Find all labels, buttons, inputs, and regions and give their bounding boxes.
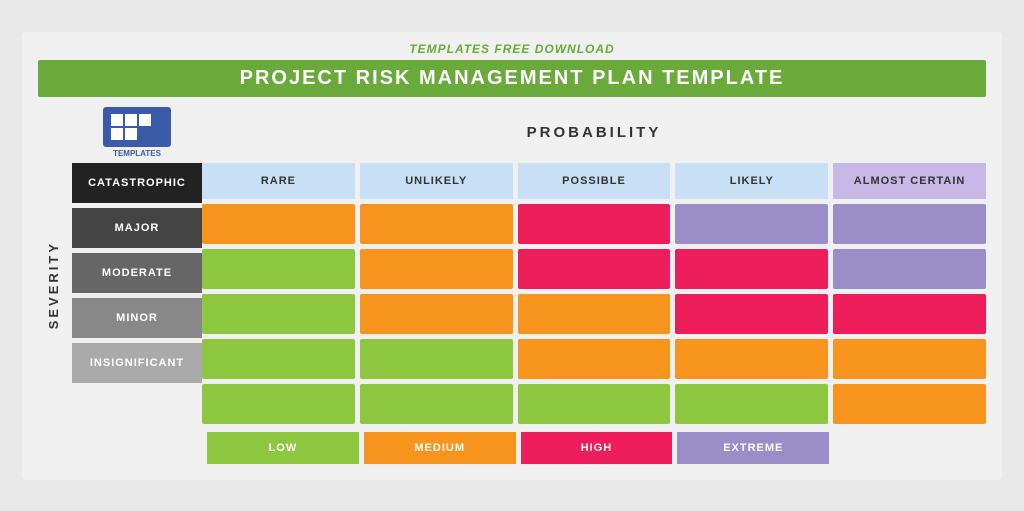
- cell-possible-minor: [518, 339, 671, 379]
- legend-empty: [834, 432, 986, 464]
- cell-unlikely-minor: [360, 339, 513, 379]
- probability-label: PROBABILITY: [202, 124, 986, 141]
- col-header-almost-certain: ALMOST CERTAIN: [833, 163, 986, 199]
- legend-row: LOW MEDIUM HIGH EXTREME: [207, 432, 986, 464]
- cell-ac-major: [833, 249, 986, 289]
- col-rare: RARE: [202, 163, 355, 424]
- row-label-insignificant: INSIGNIFICANT: [72, 343, 202, 383]
- cell-likely-insignificant: [675, 384, 828, 424]
- cells-almost-certain: [833, 204, 986, 424]
- col-almost-certain: ALMOST CERTAIN: [833, 163, 986, 424]
- cell-rare-moderate: [202, 294, 355, 334]
- svg-text:TEMPLATES: TEMPLATES: [113, 149, 162, 158]
- main-container: TEMPLATES FREE DOWNLOAD PROJECT RISK MAN…: [22, 32, 1002, 480]
- grid-section: CATASTROPHIC MAJOR MODERATE MINOR INSIGN…: [72, 163, 986, 424]
- row-labels-col: CATASTROPHIC MAJOR MODERATE MINOR INSIGN…: [72, 163, 202, 424]
- cell-rare-minor: [202, 339, 355, 379]
- row-label-catastrophic: CATASTROPHIC: [72, 163, 202, 203]
- cell-ac-moderate: [833, 294, 986, 334]
- col-header-possible: POSSIBLE: [518, 163, 671, 199]
- cell-rare-major: [202, 249, 355, 289]
- main-title: PROJECT RISK MANAGEMENT PLAN TEMPLATE: [240, 67, 785, 89]
- cells-rare: [202, 204, 355, 424]
- main-title-bar: PROJECT RISK MANAGEMENT PLAN TEMPLATE: [38, 60, 986, 97]
- cell-possible-moderate: [518, 294, 671, 334]
- severity-label-col: SEVERITY: [38, 107, 68, 464]
- content-area: SEVERITY: [38, 107, 986, 464]
- col-likely: LIKELY: [675, 163, 828, 424]
- cell-likely-major: [675, 249, 828, 289]
- cell-unlikely-catastrophic: [360, 204, 513, 244]
- logo-and-grid: TEMPLATES PROBABILITY CATASTROPHIC MAJOR…: [72, 107, 986, 464]
- cells-unlikely: [360, 204, 513, 424]
- cell-ac-minor: [833, 339, 986, 379]
- cell-possible-catastrophic: [518, 204, 671, 244]
- cells-possible: [518, 204, 671, 424]
- severity-label: SEVERITY: [46, 241, 61, 329]
- cell-unlikely-insignificant: [360, 384, 513, 424]
- cell-likely-minor: [675, 339, 828, 379]
- row-label-moderate: MODERATE: [72, 253, 202, 293]
- legend-low: LOW: [207, 432, 359, 464]
- logo-prob-row: TEMPLATES PROBABILITY: [72, 107, 986, 159]
- logo-box: TEMPLATES: [72, 107, 202, 159]
- grid-cols: RARE UNLIKELY: [202, 163, 986, 424]
- cell-likely-moderate: [675, 294, 828, 334]
- col-header-rare: RARE: [202, 163, 355, 199]
- logo-icon: TEMPLATES: [103, 107, 171, 159]
- col-header-unlikely: UNLIKELY: [360, 163, 513, 199]
- cell-ac-insignificant: [833, 384, 986, 424]
- cell-unlikely-major: [360, 249, 513, 289]
- row-label-major: MAJOR: [72, 208, 202, 248]
- cell-unlikely-moderate: [360, 294, 513, 334]
- cell-ac-catastrophic: [833, 204, 986, 244]
- cell-possible-insignificant: [518, 384, 671, 424]
- row-label-minor: MINOR: [72, 298, 202, 338]
- col-header-likely: LIKELY: [675, 163, 828, 199]
- legend-high: HIGH: [521, 432, 673, 464]
- cells-likely: [675, 204, 828, 424]
- cell-rare-insignificant: [202, 384, 355, 424]
- cell-likely-catastrophic: [675, 204, 828, 244]
- col-possible: POSSIBLE: [518, 163, 671, 424]
- top-label: TEMPLATES FREE DOWNLOAD: [38, 42, 986, 56]
- cell-possible-major: [518, 249, 671, 289]
- cell-rare-catastrophic: [202, 204, 355, 244]
- col-unlikely: UNLIKELY: [360, 163, 513, 424]
- legend-medium: MEDIUM: [364, 432, 516, 464]
- legend-extreme: EXTREME: [677, 432, 829, 464]
